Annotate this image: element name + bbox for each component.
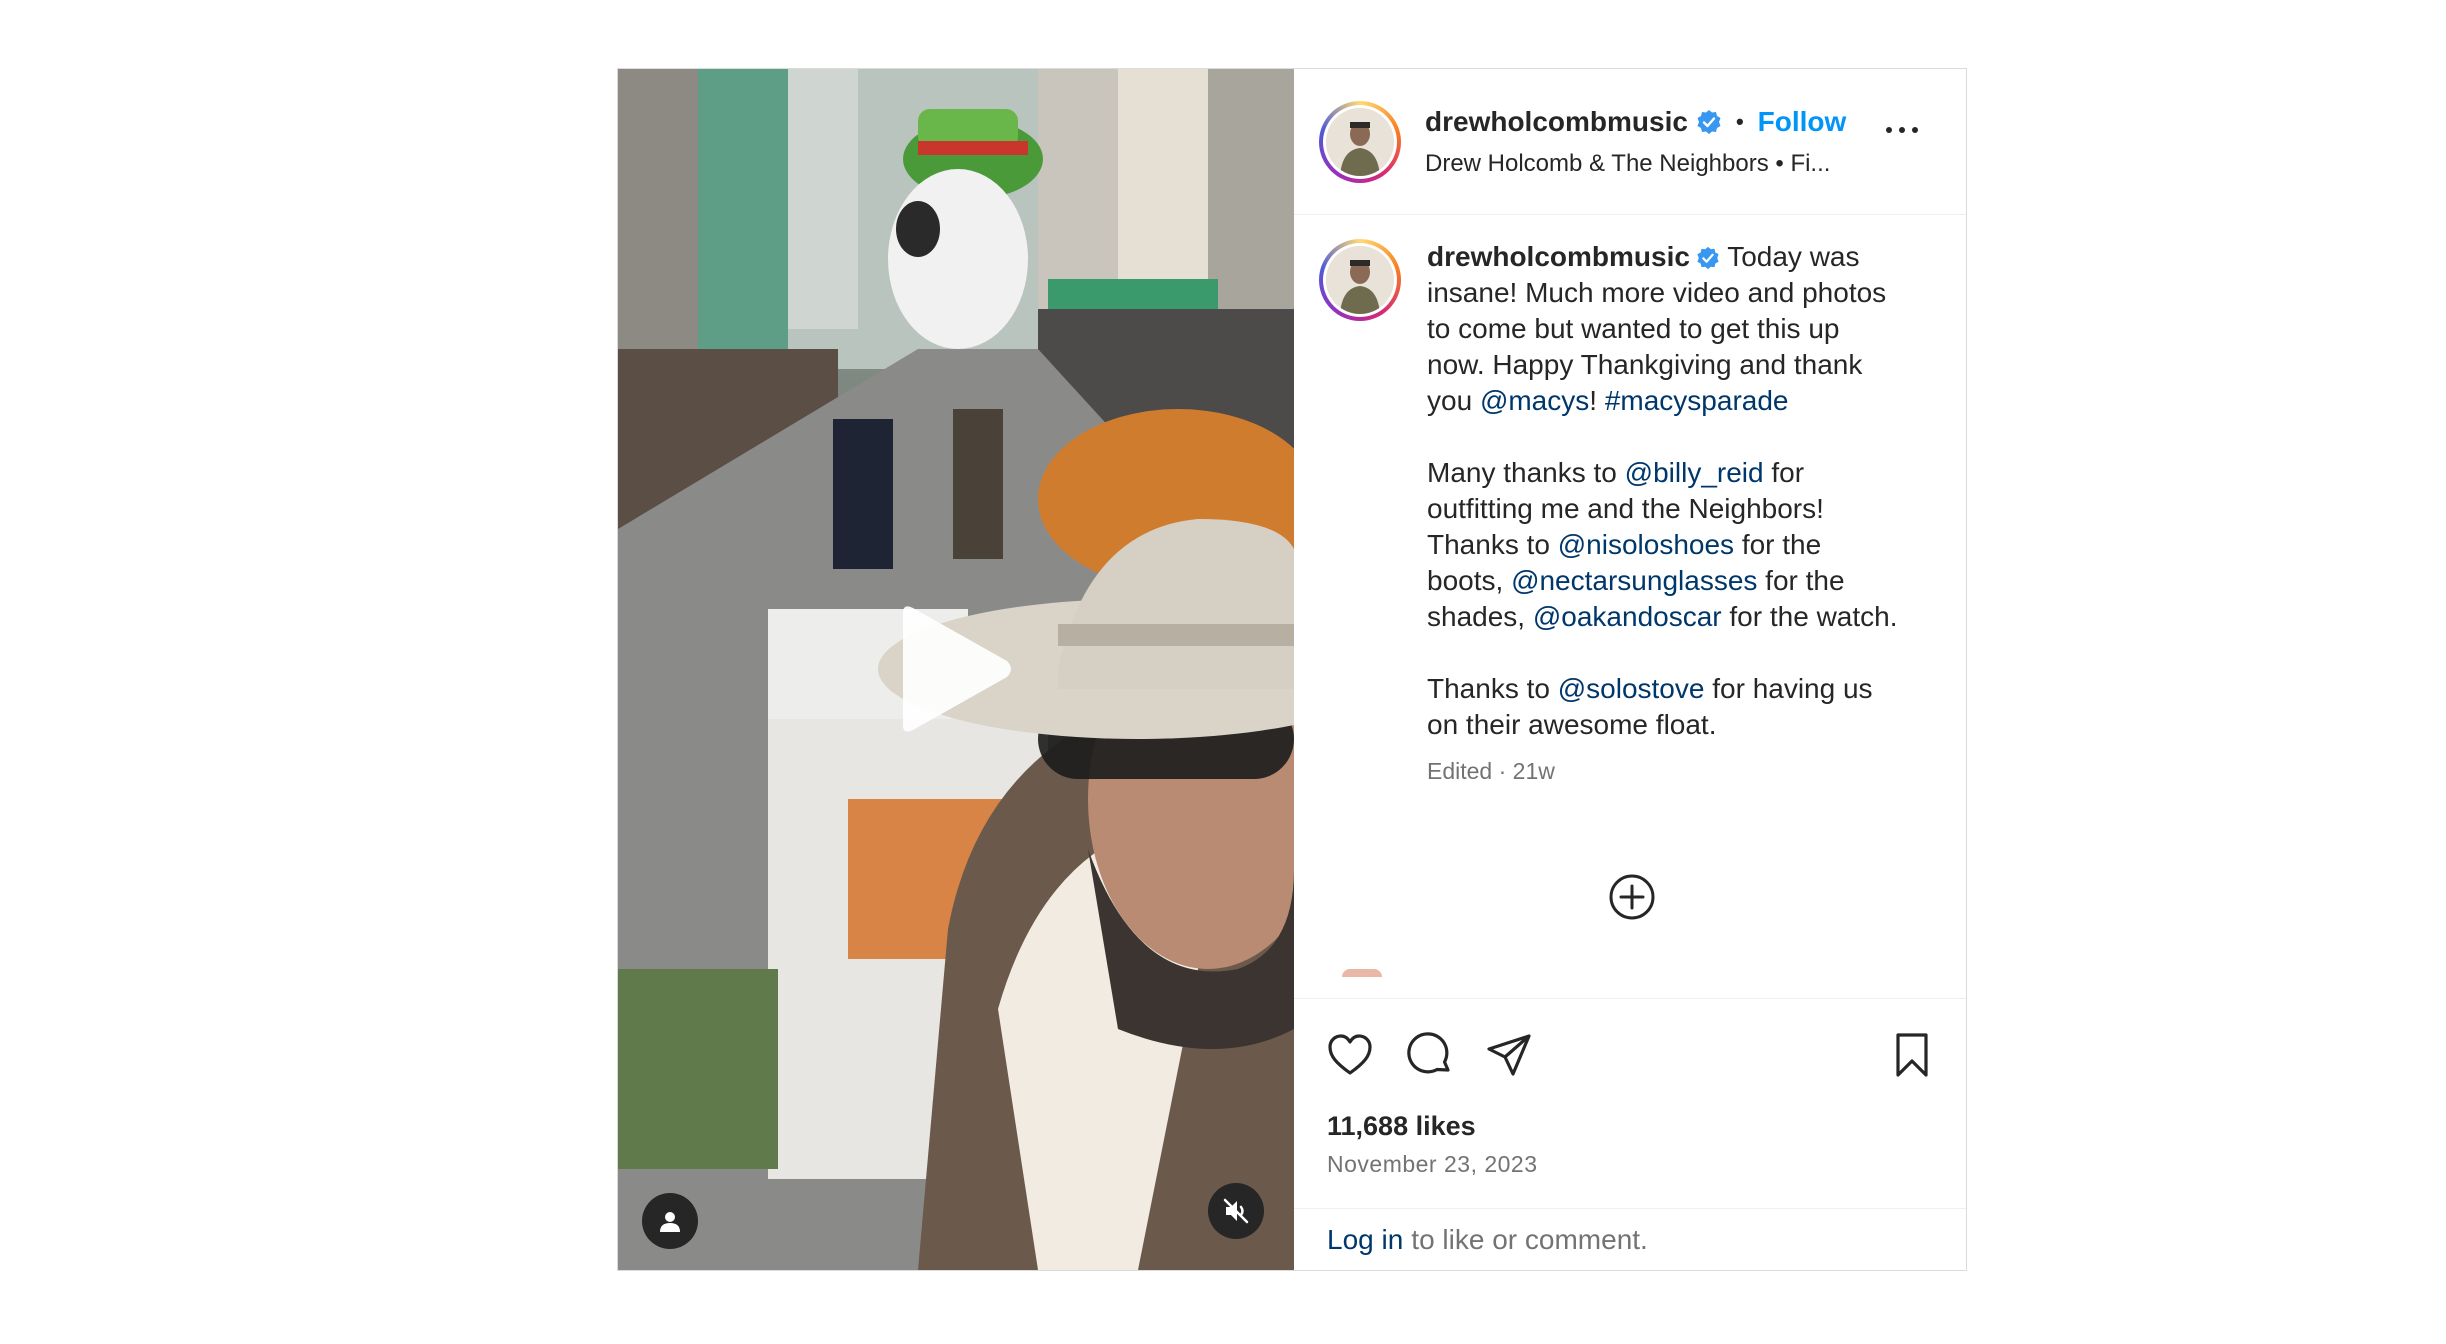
separator-dot: •	[1735, 108, 1744, 134]
login-prompt-text: to like or comment.	[1411, 1223, 1648, 1255]
caption-paragraph-3: Thanks to @solostove for having us on th…	[1427, 671, 1902, 743]
post-username[interactable]: drewholcombmusic	[1425, 106, 1688, 138]
post-subtitle[interactable]: Drew Holcomb & The Neighbors • Fi...	[1425, 150, 1846, 178]
mention-link-solostove[interactable]: @solostove	[1558, 673, 1705, 704]
caption-text-segment: for the watch.	[1721, 601, 1898, 632]
verified-badge-icon	[1696, 109, 1722, 135]
avatar-photo	[1326, 246, 1394, 314]
mention-link-macys[interactable]: @macys	[1480, 385, 1589, 416]
mention-link-billy-reid[interactable]: @billy_reid	[1625, 457, 1764, 488]
play-button[interactable]	[895, 603, 1015, 735]
plus-circle-icon[interactable]	[1608, 873, 1656, 926]
share-icon[interactable]	[1485, 1031, 1533, 1084]
post-video[interactable]	[618, 69, 1294, 1270]
mention-link-oakandoscar[interactable]: @oakandoscar	[1533, 601, 1722, 632]
caption-text-segment: Many thanks to	[1427, 457, 1625, 488]
muted-speaker-icon	[1223, 1198, 1249, 1224]
caption: drewholcombmusic Today was insane! Much …	[1319, 239, 1902, 789]
caption-meta: Edited · 21w	[1427, 758, 1555, 784]
next-comment-avatar	[1342, 969, 1382, 977]
avatar-photo	[1326, 107, 1394, 176]
caption-avatar[interactable]	[1319, 239, 1401, 321]
caption-text-segment: Thanks to	[1427, 673, 1558, 704]
caption-paragraph-2: Many thanks to @billy_reid for outfittin…	[1427, 455, 1902, 635]
verified-badge-icon	[1696, 246, 1720, 270]
post-actions: 11,688 likes November 23, 2023	[1294, 998, 1966, 1208]
profile-avatar[interactable]	[1319, 100, 1401, 183]
instagram-post: drewholcombmusic • Follow Drew Holcomb &…	[617, 68, 1967, 1271]
likes-count[interactable]: 11,688 likes	[1327, 1111, 1476, 1142]
post-header: drewholcombmusic • Follow Drew Holcomb &…	[1294, 69, 1966, 215]
post-side-panel: drewholcombmusic • Follow Drew Holcomb &…	[1294, 69, 1966, 1270]
login-prompt: Log in to like or comment.	[1294, 1208, 1966, 1270]
more-options-icon[interactable]	[1886, 127, 1918, 133]
caption-text: drewholcombmusic Today was insane! Much …	[1427, 239, 1902, 789]
mention-link-nisoloshoes[interactable]: @nisoloshoes	[1558, 529, 1734, 560]
follow-button[interactable]: Follow	[1758, 106, 1847, 138]
tagged-users-button[interactable]	[642, 1193, 698, 1249]
bookmark-icon[interactable]	[1890, 1031, 1934, 1084]
play-icon	[903, 606, 1011, 732]
user-tag-icon	[660, 1212, 680, 1232]
heart-icon[interactable]	[1326, 1031, 1374, 1084]
login-link[interactable]: Log in	[1327, 1224, 1403, 1256]
comments-section: drewholcombmusic Today was insane! Much …	[1294, 215, 1966, 998]
caption-paragraph-1: drewholcombmusic Today was insane! Much …	[1427, 239, 1902, 419]
mention-link-nectarsunglasses[interactable]: @nectarsunglasses	[1511, 565, 1757, 596]
caption-text-segment: !	[1589, 385, 1605, 416]
post-date: November 23, 2023	[1327, 1151, 1538, 1177]
mute-toggle-button[interactable]	[1208, 1183, 1264, 1239]
comment-icon[interactable]	[1406, 1031, 1454, 1084]
hashtag-link-macysparade[interactable]: #macysparade	[1605, 385, 1789, 416]
caption-username[interactable]: drewholcombmusic	[1427, 241, 1690, 272]
